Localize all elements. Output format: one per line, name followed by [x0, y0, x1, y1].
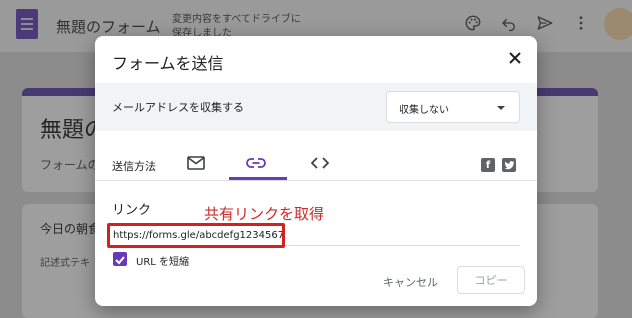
question-placeholder: 記述式テキ	[40, 258, 90, 269]
link-section-label: リンク	[112, 203, 152, 218]
twitter-icon[interactable]	[502, 158, 516, 172]
send-icon[interactable]	[534, 12, 556, 34]
tab-link[interactable]	[229, 148, 283, 178]
shorten-url-label[interactable]: URL を短縮	[136, 253, 189, 268]
dialog-title: フォームを送信	[112, 54, 224, 73]
url-highlight-box	[107, 223, 285, 248]
question-title: 今日の朝食	[40, 222, 101, 236]
tab-embed[interactable]	[293, 148, 347, 178]
undo-icon[interactable]	[498, 12, 520, 34]
caret-down-icon	[497, 106, 505, 110]
form-description: フォームの	[40, 158, 100, 172]
palette-icon[interactable]	[462, 12, 484, 34]
check-icon	[115, 256, 125, 265]
collect-email-value: 収集しない	[399, 105, 449, 116]
forms-logo-icon	[16, 9, 38, 39]
avatar[interactable]	[604, 8, 632, 40]
tab-email[interactable]	[169, 148, 223, 178]
copy-button[interactable]: コピー	[457, 266, 525, 294]
send-via-label: 送信方法	[112, 160, 156, 173]
send-form-dialog: フォームを送信 メールアドレスを収集する 収集しない 送信方法 f リンク 共有…	[95, 36, 537, 306]
facebook-icon[interactable]: f	[481, 158, 495, 172]
annotation-text: 共有リンクを取得	[204, 205, 325, 223]
shorten-url-checkbox[interactable]	[113, 252, 127, 266]
save-status-line1: 変更内容をすべてドライブに	[172, 14, 301, 25]
mail-icon	[187, 156, 205, 170]
more-vert-icon[interactable]	[570, 12, 592, 34]
close-icon[interactable]	[505, 48, 525, 68]
cancel-button[interactable]: キャンセル	[377, 272, 444, 292]
code-icon	[311, 157, 329, 169]
collect-email-row: メールアドレスを収集する 収集しない	[95, 83, 537, 131]
app-title[interactable]: 無題のフォーム	[56, 16, 161, 37]
link-icon	[246, 158, 266, 168]
app-actions	[462, 12, 592, 34]
collect-email-select[interactable]: 収集しない	[386, 91, 520, 123]
tabs-divider	[95, 180, 537, 181]
collect-email-label: メールアドレスを収集する	[112, 101, 244, 114]
